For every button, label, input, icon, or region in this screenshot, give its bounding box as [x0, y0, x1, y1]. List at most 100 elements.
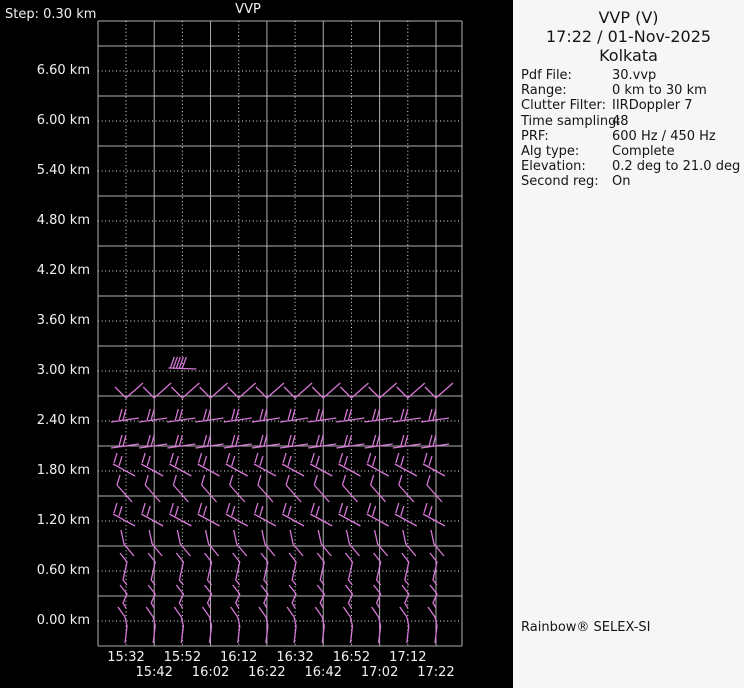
- parameter-value: 30.vvp: [612, 68, 657, 83]
- wind-barb: [285, 474, 302, 503]
- parameter-value: Complete: [612, 144, 675, 160]
- wind-barb: [195, 408, 224, 423]
- parameter-label: Elevation:: [521, 159, 586, 175]
- wind-barb: [172, 474, 189, 503]
- parameter-label: PRF:: [521, 128, 549, 144]
- wind-barb: [420, 408, 450, 423]
- chart-title: VVP: [235, 2, 261, 17]
- time-tick-label: 15:32: [107, 650, 145, 665]
- altitude-tick-label: 2.40 km: [36, 413, 90, 428]
- altitude-tick-label: 6.00 km: [36, 113, 90, 128]
- parameter-value: 600 Hz / 450 Hz: [612, 128, 716, 144]
- wind-barb: [430, 529, 445, 557]
- wind-barb: [169, 452, 192, 477]
- time-tick-label: 17:02: [360, 665, 399, 680]
- wind-barb: [338, 452, 361, 477]
- wind-barb: [281, 452, 305, 477]
- altitude-tick-label: 3.60 km: [36, 313, 90, 328]
- wind-barb: [251, 408, 280, 423]
- altitude-tick-label: 3.00 km: [36, 363, 90, 378]
- wind-barb: [422, 502, 446, 527]
- parameter-label: Second reg:: [521, 174, 599, 190]
- product-info-panel: VVP (V) 17:22 / 01-Nov-2025 Kolkata Pdf …: [513, 0, 744, 688]
- panel-header: VVP (V) 17:22 / 01-Nov-2025 Kolkata: [513, 8, 744, 65]
- altitude-tick-label: 5.40 km: [36, 163, 90, 178]
- wind-barb: [110, 408, 140, 423]
- wind-barb: [112, 452, 136, 477]
- altitude-tick-label: 0.00 km: [36, 613, 90, 628]
- wind-barb: [225, 502, 249, 527]
- wind-barb: [308, 408, 337, 423]
- vendor-branding: Rainbow® SELEX-SI: [521, 620, 651, 635]
- parameter-row: PRF: 600 Hz / 450 Hz: [521, 129, 742, 144]
- wind-barb: [309, 452, 333, 477]
- wind-barb: [392, 408, 421, 423]
- wind-barb: [140, 502, 164, 527]
- wind-barb: [398, 474, 415, 503]
- height-step-label: Step: 0.30 km: [5, 7, 97, 22]
- grid-lines: [97, 20, 463, 647]
- parameter-label: Pdf File:: [521, 68, 572, 83]
- wind-barb: [366, 452, 389, 477]
- wind-barb: [197, 502, 220, 527]
- wind-barb: [253, 452, 277, 477]
- parameter-value: IIRDoppler 7: [612, 98, 693, 114]
- time-tick-label: 16:22: [248, 665, 286, 680]
- parameter-row: Second reg: On: [521, 174, 742, 189]
- wind-barb: [253, 502, 277, 527]
- parameter-label: Alg type:: [521, 144, 580, 160]
- wind-barb: [225, 452, 249, 477]
- wind-barb: [364, 408, 393, 423]
- altitude-tick-label: 1.20 km: [36, 513, 90, 528]
- parameter-value: On: [612, 174, 631, 190]
- wind-barb: [394, 452, 418, 477]
- wind-barb: [140, 452, 164, 477]
- wind-barb: [257, 474, 274, 503]
- wind-barb: [309, 502, 333, 527]
- wind-barb: [289, 529, 304, 557]
- wind-barb: [426, 474, 443, 503]
- time-tick-label: 17:12: [389, 650, 427, 665]
- product-parameters: Pdf File: 30.vvp Range: 0 km to 30 km Clutte…: [521, 68, 742, 190]
- product-title: VVP (V): [598, 8, 659, 27]
- wind-barb: [336, 408, 365, 423]
- vvp-product-window: { "chart_data": { "type": "wind-barb-tim…: [0, 0, 744, 688]
- wind-barb: [112, 502, 136, 527]
- parameter-row: Elevation: 0.2 deg to 21.0 deg: [521, 159, 742, 174]
- wind-barb: [286, 606, 297, 644]
- wind-barb: [117, 606, 128, 644]
- wind-barb: [167, 408, 196, 423]
- wind-barb: [373, 529, 389, 557]
- time-tick-label: 15:42: [135, 665, 173, 680]
- wind-barb: [197, 452, 220, 477]
- time-tick-label: 16:02: [191, 665, 230, 680]
- parameter-label: Clutter Filter:: [521, 98, 606, 114]
- time-tick-label: 17:22: [417, 665, 455, 680]
- wind-barb: [341, 474, 358, 503]
- wind-barb: [366, 502, 389, 527]
- altitude-tick-label: 4.80 km: [36, 213, 90, 228]
- wind-barb: [229, 474, 246, 503]
- wind-barb: [120, 529, 135, 557]
- time-tick-label: 16:12: [219, 650, 258, 665]
- wind-barb: [223, 408, 252, 423]
- wind-barb: [230, 606, 241, 644]
- wind-barb: [342, 606, 354, 644]
- wind-barb: [261, 529, 276, 557]
- parameter-label: Time sampling:: [521, 113, 621, 129]
- wind-barb: [402, 529, 417, 557]
- parameter-value: 48: [612, 113, 629, 129]
- wind-barb: [116, 474, 133, 503]
- wind-barb: [200, 474, 218, 503]
- time-tick-label: 16:32: [276, 650, 314, 665]
- altitude-tick-label: 6.60 km: [36, 63, 90, 78]
- wind-barb: [369, 474, 387, 503]
- site-name: Kolkata: [599, 46, 658, 65]
- wind-barbs: [110, 356, 454, 644]
- wind-barb: [139, 408, 168, 423]
- wind-barb: [422, 452, 446, 477]
- parameter-row: Clutter Filter: IIRDoppler 7: [521, 98, 742, 113]
- time-tick-label: 16:42: [304, 665, 342, 680]
- wind-barb: [144, 474, 161, 503]
- parameter-row: Alg type: Complete: [521, 144, 742, 159]
